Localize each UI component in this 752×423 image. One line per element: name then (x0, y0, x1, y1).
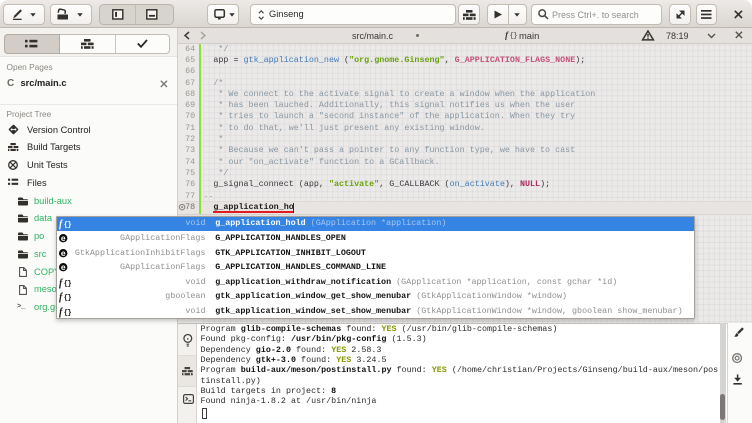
svg-text:e: e (61, 233, 66, 243)
svg-text:e: e (61, 248, 66, 258)
svg-text:{}: {} (509, 33, 517, 41)
svg-text:f: f (505, 31, 509, 41)
svg-text:e: e (61, 263, 66, 273)
